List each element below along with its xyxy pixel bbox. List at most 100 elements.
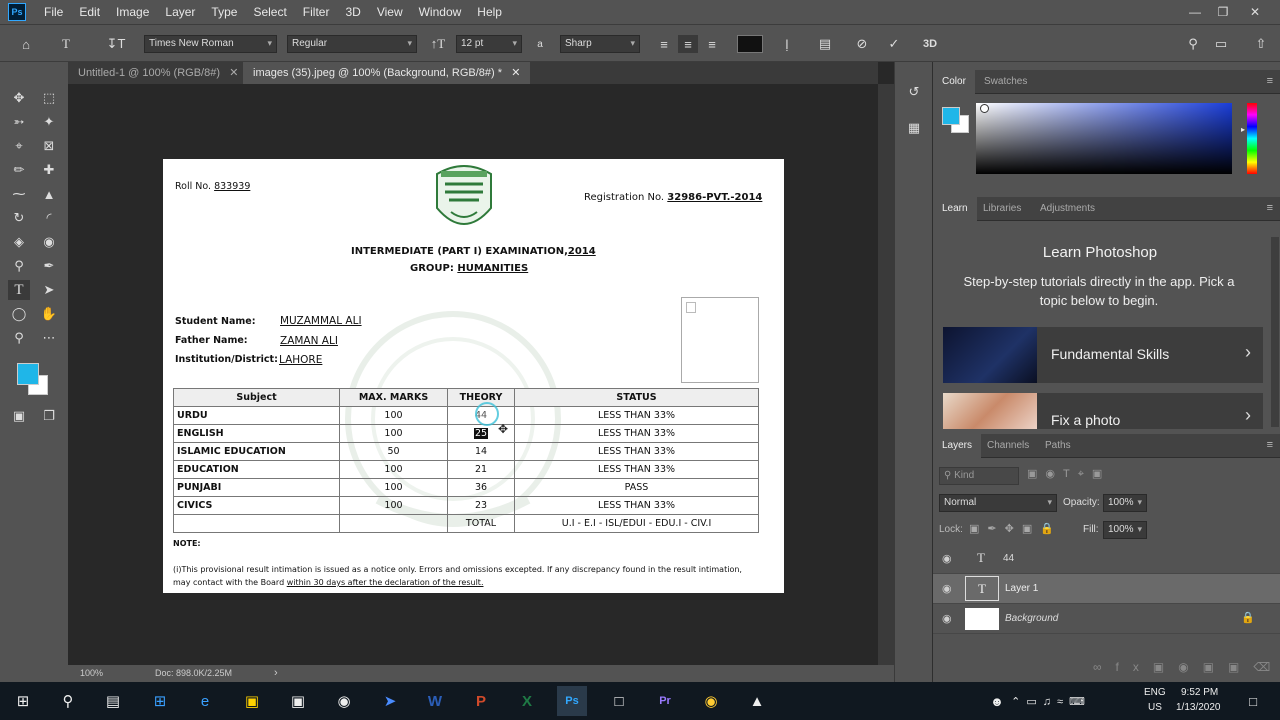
menu-help[interactable]: Help <box>469 5 510 19</box>
history-panel-icon[interactable]: ↺ <box>903 82 925 102</box>
clock-date[interactable]: 1/13/2020 <box>1176 702 1221 713</box>
notification-icon[interactable]: □ <box>1238 686 1268 716</box>
people-icon[interactable]: ☻ <box>982 686 1012 716</box>
restore-button[interactable]: ❐ <box>1206 0 1240 24</box>
word-icon[interactable]: W <box>420 686 450 716</box>
dodge-tool-icon[interactable]: ⚲ <box>8 256 30 276</box>
tab-layers[interactable]: Layers <box>933 434 982 458</box>
layer-row-background[interactable]: ◉ Background 🔒 <box>933 604 1280 634</box>
system-tray-icons[interactable]: ⌃▭♫≈⌨ <box>1011 686 1086 716</box>
tab-adjustments[interactable]: Adjustments <box>1031 197 1104 221</box>
brush-tool-icon[interactable]: ⁓ <box>8 184 30 204</box>
marquee-tool-icon[interactable]: ⬚ <box>38 88 60 108</box>
blur-tool-icon[interactable]: ◉ <box>38 232 60 252</box>
panel-menu-icon[interactable]: ≡ <box>1267 202 1273 214</box>
status-arrow-icon[interactable]: › <box>274 667 278 679</box>
eye-icon[interactable]: ◉ <box>942 612 952 625</box>
commit-edit-icon[interactable]: ✓ <box>884 35 904 53</box>
eye-icon[interactable]: ◉ <box>942 552 952 565</box>
zoom-level[interactable]: 100% <box>80 668 103 678</box>
region-indicator[interactable]: US <box>1148 702 1162 713</box>
search-taskbar-icon[interactable]: ⚲ <box>53 686 83 716</box>
color-field[interactable] <box>976 103 1232 174</box>
app-arrow-icon[interactable]: ➤ <box>375 686 405 716</box>
color-picker-marker[interactable] <box>980 104 989 113</box>
opacity-input[interactable]: 100% ▾ <box>1103 494 1147 512</box>
vertical-scrollbar[interactable] <box>878 84 894 665</box>
tab-untitled-1[interactable]: Untitled-1 @ 100% (RGB/8#) ✕ <box>68 62 248 84</box>
tab-channels[interactable]: Channels <box>978 434 1038 458</box>
learn-scrollbar[interactable] <box>1271 237 1279 427</box>
character-panel-icon[interactable]: ▤ <box>815 35 835 53</box>
cancel-edit-icon[interactable]: ⊘ <box>852 35 872 53</box>
sticky-notes-icon[interactable]: ▣ <box>237 686 267 716</box>
foreground-color-swatch[interactable] <box>17 363 39 385</box>
tab-images-35[interactable]: images (35).jpeg @ 100% (Background, RGB… <box>243 62 531 84</box>
close-tab-icon[interactable]: ✕ <box>229 67 238 79</box>
toggle-orientation-icon[interactable]: ↧T <box>106 35 126 53</box>
fill-input[interactable]: 100% ▾ <box>1103 521 1147 539</box>
panel-menu-icon[interactable]: ≡ <box>1267 439 1273 451</box>
menu-select[interactable]: Select <box>245 5 294 19</box>
clock-time[interactable]: 9:52 PM <box>1181 687 1218 698</box>
task-view-icon[interactable]: ▤ <box>98 686 128 716</box>
font-family-select[interactable]: Times New Roman ▾ <box>144 35 277 53</box>
menu-type[interactable]: Type <box>203 5 245 19</box>
edge-icon[interactable]: e <box>190 686 220 716</box>
learn-card-fix-a-photo[interactable]: Fix a photo › <box>943 393 1263 429</box>
more-tools-icon[interactable]: ⋯ <box>38 328 60 348</box>
layer-action-icons[interactable]: ∞fx▣◉▣▣⌫ <box>1093 660 1280 674</box>
powerpoint-icon[interactable]: P <box>466 686 496 716</box>
properties-panel-icon[interactable]: ▦ <box>903 118 925 138</box>
hue-slider[interactable] <box>1247 103 1257 174</box>
healing-brush-tool-icon[interactable]: ✚ <box>38 160 60 180</box>
warp-text-icon[interactable]: ḷ <box>777 35 797 53</box>
menu-window[interactable]: Window <box>411 5 470 19</box>
chrome-icon[interactable]: ◉ <box>696 686 726 716</box>
store-icon[interactable]: ▣ <box>283 686 313 716</box>
menu-view[interactable]: View <box>369 5 411 19</box>
tab-swatches[interactable]: Swatches <box>975 70 1036 94</box>
font-size-select[interactable]: 12 pt ▾ <box>456 35 522 53</box>
eyedropper-tool-icon[interactable]: ✏ <box>8 160 30 180</box>
paint-bucket-tool-icon[interactable]: ◈ <box>8 232 30 252</box>
screen-mode-icon[interactable]: ❐ <box>38 406 60 426</box>
tab-libraries[interactable]: Libraries <box>974 197 1030 221</box>
workspace-icon[interactable]: ▭ <box>1211 35 1231 53</box>
font-style-select[interactable]: Regular ▾ <box>287 35 417 53</box>
clone-stamp-tool-icon[interactable]: ▲ <box>38 184 60 204</box>
align-center-icon[interactable]: ≡ <box>678 35 698 53</box>
path-select-tool-icon[interactable]: ➤ <box>38 280 60 300</box>
hand-tool-icon[interactable]: ✋ <box>38 304 60 324</box>
windows-store-tile-icon[interactable]: ⊞ <box>145 686 175 716</box>
text-color-swatch[interactable] <box>737 35 763 53</box>
blend-mode-select[interactable]: Normal ▾ <box>939 494 1057 512</box>
type-tool-icon[interactable]: T <box>8 280 30 300</box>
eye-icon[interactable]: ◉ <box>942 582 952 595</box>
menu-layer[interactable]: Layer <box>157 5 203 19</box>
quick-select-tool-icon[interactable]: ✦ <box>38 112 60 132</box>
windows-start-icon[interactable]: ⊞ <box>8 686 38 716</box>
lasso-tool-icon[interactable]: ➳ <box>8 112 30 132</box>
hue-slider-marker-icon[interactable]: ▸ <box>1241 125 1245 134</box>
type-tool-preset-icon[interactable]: T <box>56 35 76 53</box>
close-window-button[interactable]: ✕ <box>1238 0 1272 24</box>
layer-row-layer-1[interactable]: ◉ T Layer 1 <box>933 574 1280 604</box>
photos-icon[interactable]: ▲ <box>742 686 772 716</box>
move-tool-icon[interactable]: ✥ <box>8 88 30 108</box>
zoom-tool-icon[interactable]: ⚲ <box>8 328 30 348</box>
lock-icons[interactable]: ▣✒✥▣🔒 <box>969 522 1062 535</box>
history-brush-tool-icon[interactable]: ↻ <box>8 208 30 228</box>
app-icon[interactable]: ◉ <box>329 686 359 716</box>
close-tab-icon[interactable]: ✕ <box>511 67 520 79</box>
tab-color[interactable]: Color <box>933 70 975 94</box>
menu-image[interactable]: Image <box>108 5 157 19</box>
shape-tool-icon[interactable]: ◯ <box>8 304 30 324</box>
antialias-select[interactable]: Sharp ▾ <box>560 35 640 53</box>
share-icon[interactable]: ⇧ <box>1251 35 1271 53</box>
3d-icon[interactable]: 3D <box>920 35 940 53</box>
menu-filter[interactable]: Filter <box>295 5 338 19</box>
menu-edit[interactable]: Edit <box>71 5 108 19</box>
panel-menu-icon[interactable]: ≡ <box>1267 75 1273 87</box>
search-icon[interactable]: ⚲ <box>1183 35 1203 53</box>
